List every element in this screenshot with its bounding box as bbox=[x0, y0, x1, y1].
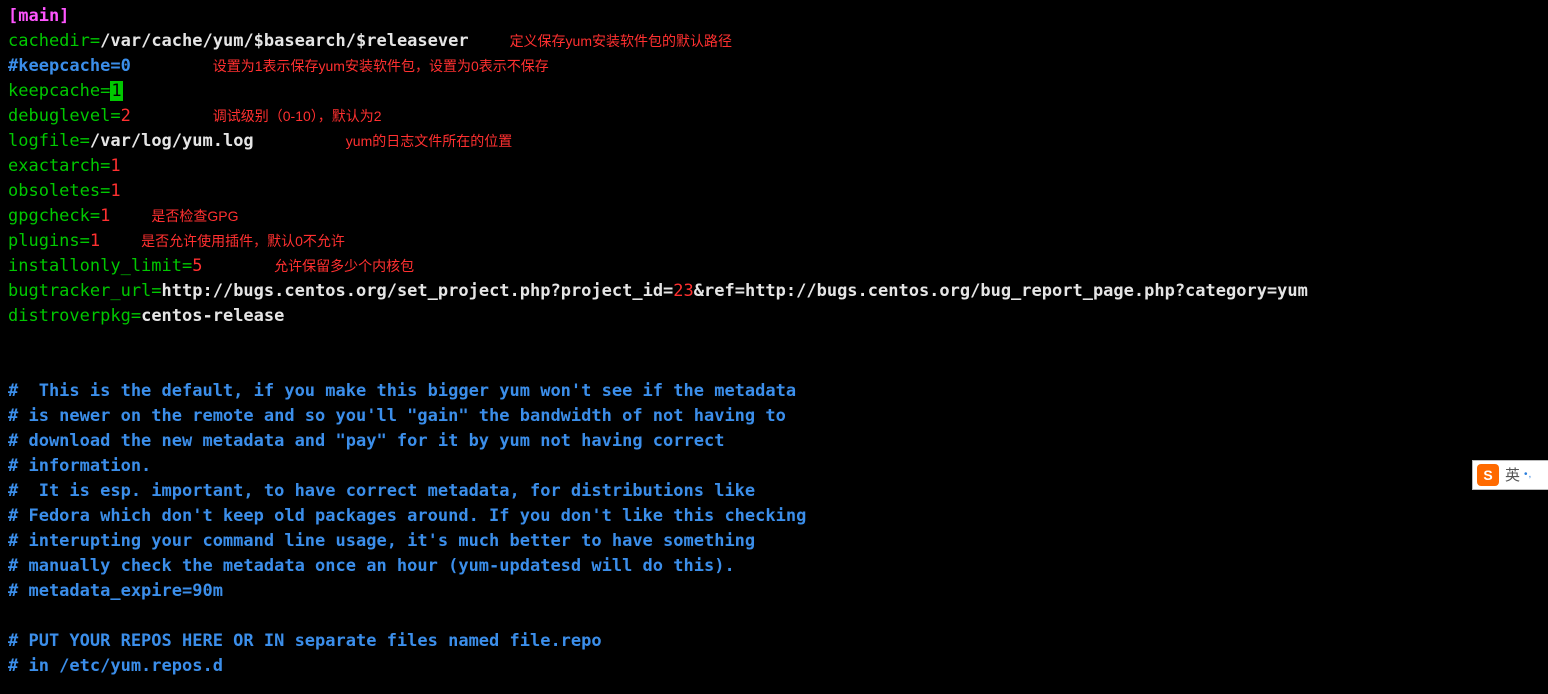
comment-line[interactable]: # It is esp. important, to have correct … bbox=[8, 479, 1540, 504]
spacer bbox=[469, 31, 510, 51]
eq: = bbox=[80, 131, 90, 151]
line-keepcache[interactable]: keepcache=1 bbox=[8, 79, 1540, 104]
key-bugtracker: bugtracker_url bbox=[8, 281, 151, 301]
line-installonly[interactable]: installonly_limit=5 允许保留多少个内核包 bbox=[8, 254, 1540, 279]
spacer bbox=[254, 131, 346, 151]
val-bugtracker-post: &ref=http://bugs.centos.org/bug_report_p… bbox=[694, 281, 1308, 301]
annot-plugins: 是否允许使用插件，默认0不允许 bbox=[141, 233, 345, 249]
eq: = bbox=[100, 181, 110, 201]
comment-line[interactable]: # is newer on the remote and so you'll "… bbox=[8, 404, 1540, 429]
key-plugins: plugins bbox=[8, 231, 80, 251]
line-debuglevel[interactable]: debuglevel=2 调试级别（0-10），默认为2 bbox=[8, 104, 1540, 129]
val-debuglevel: 2 bbox=[121, 106, 131, 126]
blank-line[interactable] bbox=[8, 354, 1540, 379]
eq: = bbox=[90, 206, 100, 226]
comment-keepcache0: #keepcache=0 bbox=[8, 56, 131, 76]
eq: = bbox=[110, 106, 120, 126]
eq: = bbox=[100, 81, 110, 101]
comment-line[interactable]: # Fedora which don't keep old packages a… bbox=[8, 504, 1540, 529]
val-bugtracker-num: 23 bbox=[673, 281, 693, 301]
annot-debuglevel: 调试级别（0-10），默认为2 bbox=[213, 108, 382, 124]
key-installonly: installonly_limit bbox=[8, 256, 182, 276]
key-exactarch: exactarch bbox=[8, 156, 100, 176]
ime-toolbar[interactable]: S 英 •, bbox=[1472, 460, 1548, 490]
comment-line[interactable]: # PUT YOUR REPOS HERE OR IN separate fil… bbox=[8, 629, 1540, 654]
line-distro[interactable]: distroverpkg=centos-release bbox=[8, 304, 1540, 329]
spacer bbox=[110, 206, 151, 226]
comment-line[interactable]: # in /etc/yum.repos.d bbox=[8, 654, 1540, 679]
key-distro: distroverpkg bbox=[8, 306, 131, 326]
line-exactarch[interactable]: exactarch=1 bbox=[8, 154, 1540, 179]
editor-cursor[interactable]: 1 bbox=[110, 81, 122, 101]
val-plugins: 1 bbox=[90, 231, 100, 251]
comment-line[interactable]: # interupting your command line usage, i… bbox=[8, 529, 1540, 554]
spacer bbox=[100, 231, 141, 251]
val-bugtracker-pre: http://bugs.centos.org/set_project.php?p… bbox=[162, 281, 674, 301]
line-cachedir[interactable]: cachedir=/var/cache/yum/$basearch/$relea… bbox=[8, 29, 1540, 54]
eq: = bbox=[80, 231, 90, 251]
ime-menu-icon[interactable]: •, bbox=[1524, 471, 1532, 479]
eq: = bbox=[90, 31, 100, 51]
section-main: [main] bbox=[8, 6, 69, 26]
section-header: [main] bbox=[8, 4, 1540, 29]
ime-language-indicator[interactable]: 英 bbox=[1505, 463, 1520, 488]
eq: = bbox=[131, 306, 141, 326]
sogou-icon[interactable]: S bbox=[1477, 464, 1499, 486]
val-gpgcheck: 1 bbox=[100, 206, 110, 226]
line-logfile[interactable]: logfile=/var/log/yum.log yum的日志文件所在的位置 bbox=[8, 129, 1540, 154]
key-obsoletes: obsoletes bbox=[8, 181, 100, 201]
val-installonly: 5 bbox=[192, 256, 202, 276]
spacer bbox=[131, 56, 213, 76]
line-obsoletes[interactable]: obsoletes=1 bbox=[8, 179, 1540, 204]
blank-line[interactable] bbox=[8, 329, 1540, 354]
val-obsoletes: 1 bbox=[110, 181, 120, 201]
line-keepcache0[interactable]: #keepcache=0 设置为1表示保存yum安装软件包，设置为0表示不保存 bbox=[8, 54, 1540, 79]
line-gpgcheck[interactable]: gpgcheck=1 是否检查GPG bbox=[8, 204, 1540, 229]
blank-line[interactable] bbox=[8, 604, 1540, 629]
comment-line[interactable]: # download the new metadata and "pay" fo… bbox=[8, 429, 1540, 454]
key-keepcache: keepcache bbox=[8, 81, 100, 101]
val-cachedir: /var/cache/yum/$basearch/$releasever bbox=[100, 31, 468, 51]
comment-line[interactable]: # information. bbox=[8, 454, 1540, 479]
key-logfile: logfile bbox=[8, 131, 80, 151]
comment-line[interactable]: # This is the default, if you make this … bbox=[8, 379, 1540, 404]
val-exactarch: 1 bbox=[110, 156, 120, 176]
annot-keepcache0: 设置为1表示保存yum安装软件包，设置为0表示不保存 bbox=[213, 58, 549, 74]
comment-line[interactable]: # manually check the metadata once an ho… bbox=[8, 554, 1540, 579]
line-bugtracker[interactable]: bugtracker_url=http://bugs.centos.org/se… bbox=[8, 279, 1540, 304]
key-debuglevel: debuglevel bbox=[8, 106, 110, 126]
line-plugins[interactable]: plugins=1 是否允许使用插件，默认0不允许 bbox=[8, 229, 1540, 254]
comment-line[interactable]: # metadata_expire=90m bbox=[8, 579, 1540, 604]
key-cachedir: cachedir bbox=[8, 31, 90, 51]
eq: = bbox=[100, 156, 110, 176]
annot-installonly: 允许保留多少个内核包 bbox=[274, 258, 414, 274]
annot-logfile: yum的日志文件所在的位置 bbox=[346, 133, 512, 149]
val-distro: centos-release bbox=[141, 306, 284, 326]
spacer bbox=[203, 256, 275, 276]
val-logfile: /var/log/yum.log bbox=[90, 131, 254, 151]
eq: = bbox=[151, 281, 161, 301]
key-gpgcheck: gpgcheck bbox=[8, 206, 90, 226]
annot-cachedir: 定义保存yum安装软件包的默认路径 bbox=[510, 33, 732, 49]
eq: = bbox=[182, 256, 192, 276]
annot-gpgcheck: 是否检查GPG bbox=[151, 208, 238, 224]
spacer bbox=[131, 106, 213, 126]
